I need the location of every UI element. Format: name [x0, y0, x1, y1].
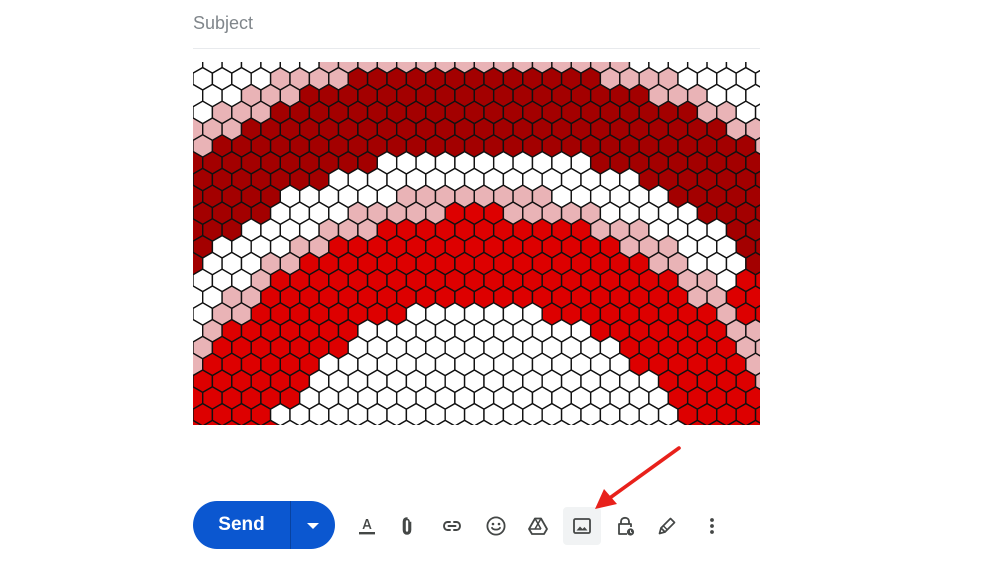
- insert-photo-button[interactable]: [563, 507, 601, 545]
- subject-row: [193, 0, 760, 49]
- subject-input[interactable]: [193, 10, 753, 36]
- more-options-button[interactable]: [695, 509, 729, 543]
- insert-link-icon: [443, 521, 461, 531]
- send-button[interactable]: Send: [193, 501, 290, 549]
- confidential-mode-icon: [618, 516, 635, 536]
- more-send-options-button[interactable]: [291, 501, 335, 549]
- compose-window: Send: [0, 0, 1000, 563]
- confidential-mode-button[interactable]: [608, 509, 642, 543]
- insert-signature-button[interactable]: [650, 509, 684, 543]
- send-button-group: Send: [193, 501, 335, 549]
- attach-files-button[interactable]: [390, 509, 424, 543]
- inline-image[interactable]: [193, 62, 760, 425]
- hexagon-pattern-image: [193, 62, 760, 425]
- compose-toolbar: Send: [193, 501, 753, 549]
- formatting-options-button[interactable]: [350, 509, 384, 543]
- insert-emoji-icon: [486, 516, 506, 536]
- google-drive-icon: [528, 517, 548, 535]
- text-format-icon: [359, 519, 375, 535]
- insert-drive-button[interactable]: [521, 509, 555, 543]
- insert-link-button[interactable]: [435, 509, 469, 543]
- signature-pen-icon: [658, 517, 676, 535]
- insert-photo-icon: [573, 518, 591, 534]
- more-options-icon: [710, 518, 714, 534]
- insert-emoji-button[interactable]: [479, 509, 513, 543]
- dropdown-arrow-icon: [307, 523, 319, 529]
- attach-file-icon: [402, 517, 412, 535]
